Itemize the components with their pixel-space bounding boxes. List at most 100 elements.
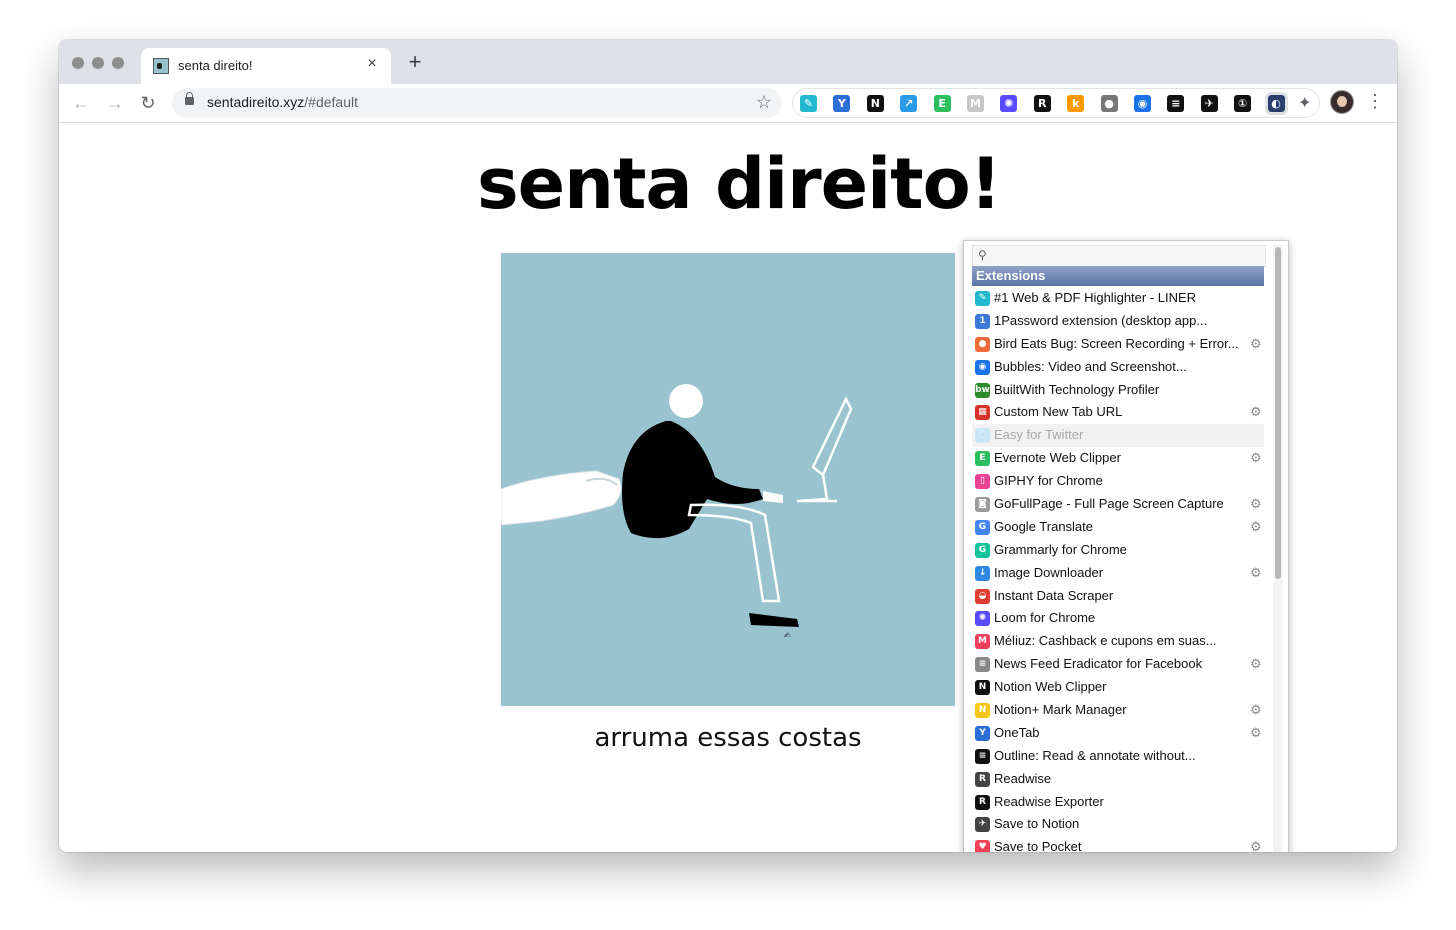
translate-icon: G xyxy=(975,519,990,535)
zoom-window-button[interactable] xyxy=(112,57,124,69)
posture-illustration: ✍ xyxy=(500,253,955,706)
back-button[interactable]: ← xyxy=(68,90,94,116)
scrollbar-thumb[interactable] xyxy=(1275,247,1281,579)
minimize-window-button[interactable] xyxy=(92,57,104,69)
extension-item-label: Notion+ Mark Manager xyxy=(994,702,1127,718)
extensions-puzzle-icon[interactable]: ✦ xyxy=(1298,93,1311,113)
extension-item[interactable]: ◒ Instant Data Scraper xyxy=(972,585,1264,608)
gear-icon[interactable]: ⚙ xyxy=(1250,333,1262,356)
record-icon[interactable]: ● xyxy=(1100,95,1118,112)
extension-item[interactable]: ✺ Loom for Chrome xyxy=(972,607,1264,630)
gear-icon[interactable]: ⚙ xyxy=(1250,722,1262,745)
extension-item[interactable]: Y OneTab ⚙ xyxy=(972,722,1264,745)
tab-strip: senta direito! × + xyxy=(59,40,1397,84)
extension-item[interactable]: E Evernote Web Clipper ⚙ xyxy=(972,447,1264,470)
extension-item[interactable]: G Grammarly for Chrome xyxy=(972,539,1264,562)
tab-senta-direito[interactable]: senta direito! × xyxy=(141,48,391,84)
new-tab-button[interactable]: + xyxy=(402,50,428,74)
notion-icon[interactable]: N xyxy=(866,95,884,112)
extension-item[interactable]: ♥ Save to Pocket ⚙ xyxy=(972,836,1264,852)
address-bar[interactable]: sentadireito.xyz/#default ☆ xyxy=(172,88,782,118)
extension-item-label: Readwise xyxy=(994,770,1052,786)
extension-item[interactable]: bw BuiltWith Technology Profiler xyxy=(972,379,1264,402)
profile-avatar[interactable] xyxy=(1330,90,1354,114)
extension-manager-icon[interactable]: ◐ xyxy=(1264,92,1288,115)
gear-icon[interactable]: ⚙ xyxy=(1250,562,1262,585)
tab-title: senta direito! xyxy=(178,58,253,73)
extension-item[interactable]: M Méliuz: Cashback e cupons em suas... xyxy=(972,630,1264,653)
extension-item[interactable]: ◙ GoFullPage - Full Page Screen Capture ⚙ xyxy=(972,493,1264,516)
outline-icon[interactable]: ≡ xyxy=(1167,95,1185,112)
gear-icon[interactable]: ⚙ xyxy=(1250,653,1262,676)
extension-item[interactable]: ↓ Image Downloader ⚙ xyxy=(972,562,1264,585)
extension-item-label: Image Downloader xyxy=(994,564,1104,580)
extension-item[interactable]: ✈ Save to Notion xyxy=(972,813,1264,836)
extension-search-input[interactable]: ⚲ xyxy=(972,245,1266,267)
url-path: /#default xyxy=(304,94,358,110)
popup-scrollbar[interactable] xyxy=(1273,245,1283,852)
extension-item[interactable]: ◉ Bubbles: Video and Screenshot... xyxy=(972,356,1264,379)
loom-icon[interactable]: ✺ xyxy=(1000,95,1018,112)
grammarly-icon: G xyxy=(975,542,990,558)
extension-item[interactable]: ≡ News Feed Eradicator for Facebook ⚙ xyxy=(972,653,1264,676)
svg-text:✍: ✍ xyxy=(784,631,791,640)
browser-window: senta direito! × + ← → ↻ sentadireito.xy… xyxy=(59,40,1397,852)
extension-item[interactable]: N Notion+ Mark Manager ⚙ xyxy=(972,699,1264,722)
gear-icon[interactable]: ⚙ xyxy=(1250,447,1262,470)
readwise-icon[interactable]: R xyxy=(1033,95,1051,112)
reload-button[interactable]: ↻ xyxy=(135,90,161,116)
bird-eats-bug-icon: ● xyxy=(975,336,990,352)
gear-icon[interactable]: ⚙ xyxy=(1250,836,1262,852)
extension-item[interactable]: ≡ Outline: Read & annotate without... xyxy=(972,745,1264,768)
close-window-button[interactable] xyxy=(72,57,84,69)
extension-item[interactable]: N Notion Web Clipper xyxy=(972,676,1264,699)
url-host: sentadireito.xyz xyxy=(207,94,305,110)
bubbles-icon: ◉ xyxy=(975,359,990,375)
liner-icon[interactable]: ✎ xyxy=(800,95,817,112)
extension-item-label: News Feed Eradicator for Facebook xyxy=(994,656,1203,672)
extension-item[interactable]: R Readwise xyxy=(972,768,1264,791)
bookmark-star-icon[interactable]: ☆ xyxy=(756,92,772,113)
extension-item-label: Outline: Read & annotate without... xyxy=(994,747,1196,763)
extension-item-label: Readwise Exporter xyxy=(994,793,1104,809)
camera-icon: ◙ xyxy=(975,497,990,513)
1password-icon[interactable]: ① xyxy=(1234,95,1252,112)
extension-item[interactable]: R Readwise Exporter xyxy=(972,791,1264,814)
eradicator-icon: ≡ xyxy=(975,657,990,673)
extension-item[interactable]: ▦ Custom New Tab URL ⚙ xyxy=(972,401,1264,424)
tab-close-icon[interactable]: × xyxy=(363,55,381,73)
extension-item-label: Evernote Web Clipper xyxy=(994,450,1121,466)
liner-icon: ✎ xyxy=(975,291,990,306)
save-to-notion-icon[interactable]: ✈ xyxy=(1200,95,1218,112)
extension-item[interactable]: G Google Translate ⚙ xyxy=(972,516,1264,539)
evernote-icon[interactable]: E xyxy=(933,95,951,112)
extension-item-label: Bird Eats Bug: Screen Recording + Error.… xyxy=(994,335,1239,351)
gear-icon[interactable]: ⚙ xyxy=(1250,699,1262,722)
extension-item[interactable]: ✎ #1 Web & PDF Highlighter - LINER xyxy=(972,287,1264,310)
twitter-icon: ◌ xyxy=(975,428,990,444)
notion-plus-icon: N xyxy=(975,703,990,719)
gear-icon[interactable]: ⚙ xyxy=(1250,516,1262,539)
meliuz-icon[interactable]: M xyxy=(967,95,984,112)
extension-item-label: BuiltWith Technology Profiler xyxy=(994,381,1160,397)
extension-item[interactable]: 1 1Password extension (desktop app... xyxy=(972,310,1264,333)
url-text: sentadireito.xyz/#default xyxy=(207,94,358,110)
browser-menu-icon[interactable]: ⋮ xyxy=(1366,91,1384,112)
page-headline: senta direito! xyxy=(477,143,1002,225)
kindle-icon[interactable]: k xyxy=(1067,95,1085,112)
gear-icon[interactable]: ⚙ xyxy=(1250,401,1262,424)
site-favicon-icon xyxy=(153,58,169,74)
readwise-icon: R xyxy=(975,771,990,787)
extension-item[interactable]: ● Bird Eats Bug: Screen Recording + Error… xyxy=(972,333,1264,356)
forward-button[interactable]: → xyxy=(102,90,128,116)
bubbles-icon[interactable]: ◉ xyxy=(1134,95,1151,112)
extension-item-label: #1 Web & PDF Highlighter - LINER xyxy=(994,290,1197,305)
extension-item-label: Easy for Twitter xyxy=(994,427,1084,443)
extension-item[interactable]: ▯ GIPHY for Chrome xyxy=(972,470,1264,493)
share-icon[interactable]: ↗ xyxy=(900,95,918,112)
onetab-icon[interactable]: Y xyxy=(833,95,851,112)
meliuz-icon: M xyxy=(975,634,990,650)
gear-icon[interactable]: ⚙ xyxy=(1250,493,1262,516)
extension-item[interactable]: ◌ Easy for Twitter xyxy=(972,424,1264,448)
scraper-icon: ◒ xyxy=(975,588,990,604)
